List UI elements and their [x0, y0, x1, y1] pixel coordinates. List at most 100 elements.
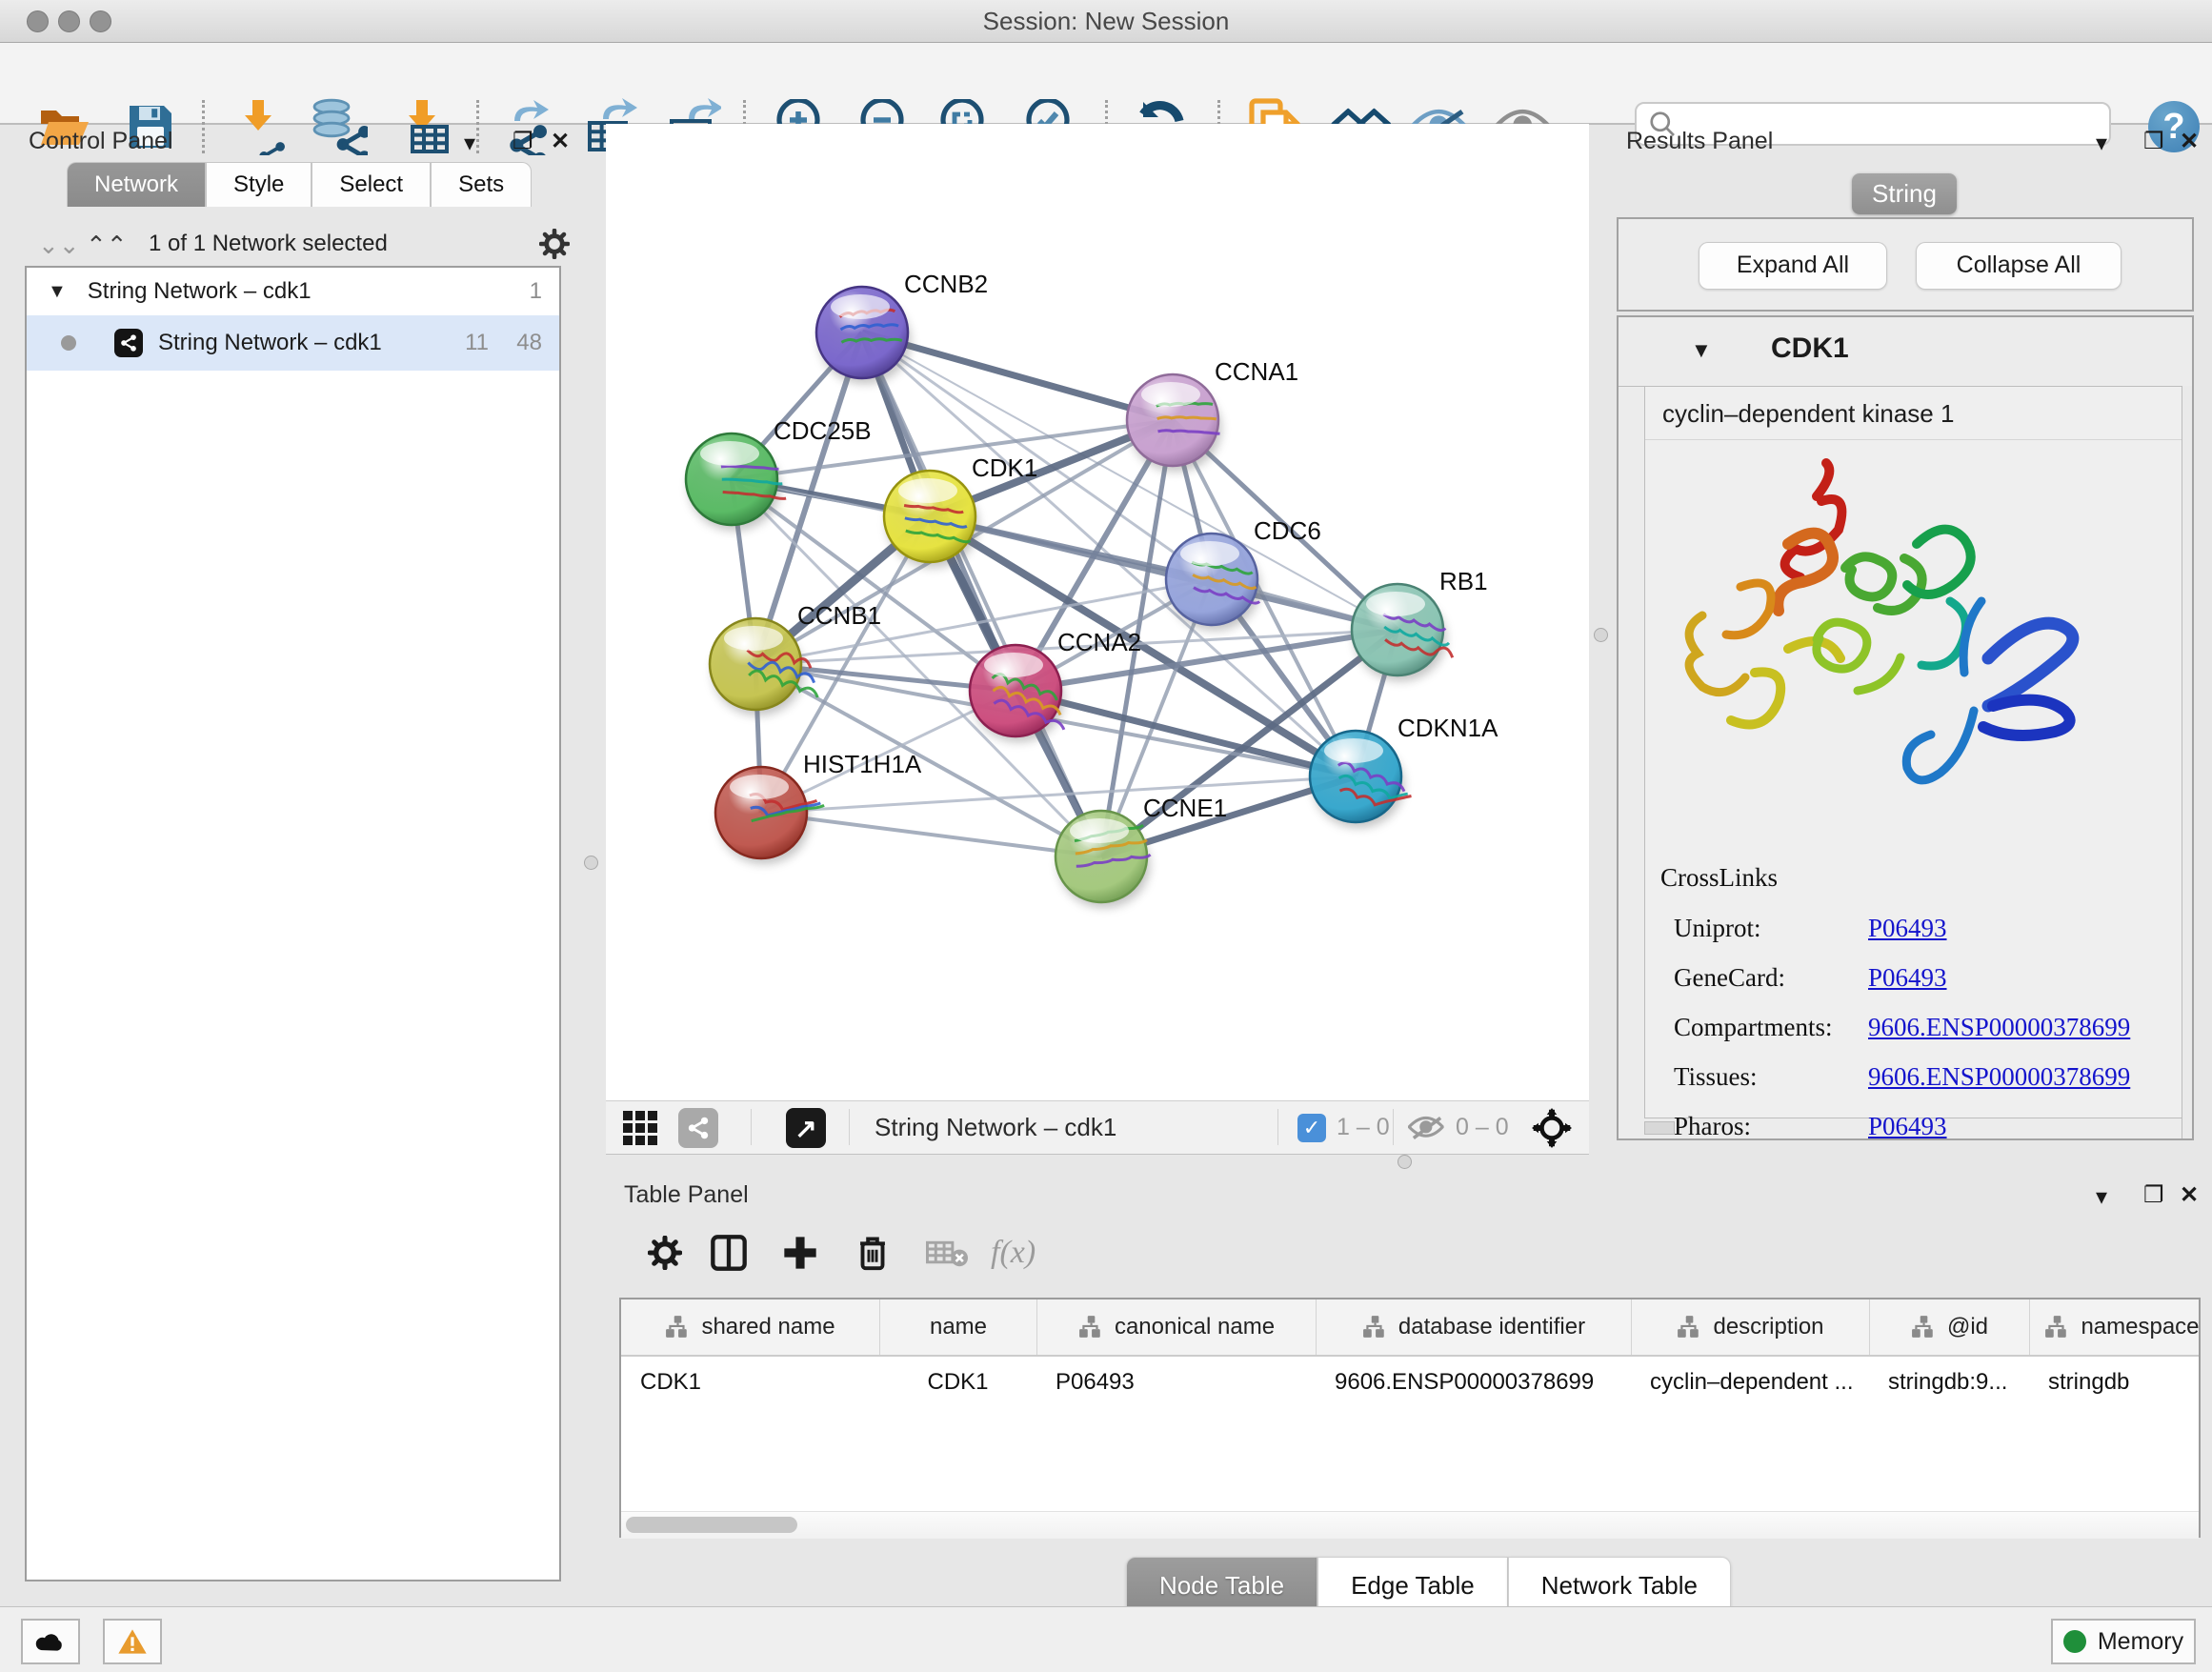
gear-icon[interactable]	[539, 229, 570, 259]
network-tree: ▼ String Network – cdk1 1 String Network…	[25, 266, 561, 1581]
toolbar-separator	[202, 100, 205, 153]
string-panel-toggle-icon[interactable]	[678, 1108, 718, 1148]
table-horizontal-scrollbar[interactable]	[621, 1511, 2199, 1539]
warnings-button[interactable]	[103, 1619, 162, 1664]
network-edge[interactable]	[761, 813, 1101, 856]
toolbar-separator	[476, 100, 479, 153]
tab-style[interactable]: Style	[206, 162, 312, 207]
column-header-name[interactable]: name	[879, 1299, 1036, 1355]
table-cell[interactable]: CDK1	[621, 1359, 879, 1406]
float-panel-icon[interactable]: ▾	[2096, 130, 2107, 157]
node-label-CDC25B: CDC25B	[774, 416, 872, 445]
table-header-row: shared namenamecanonical namedatabase id…	[621, 1299, 2199, 1357]
tab-network[interactable]: Network	[67, 162, 206, 207]
cloud-icon	[34, 1630, 67, 1653]
node-label-CDC6: CDC6	[1254, 516, 1321, 545]
close-panel-icon[interactable]: ✕	[551, 128, 570, 155]
memory-label: Memory	[2098, 1628, 2183, 1656]
tab-select[interactable]: Select	[312, 162, 431, 207]
fit-selected-crosshair-icon[interactable]	[1532, 1108, 1572, 1148]
collapse-all-button[interactable]: Collapse All	[1916, 242, 2122, 290]
delete-column-trash-icon[interactable]	[854, 1233, 892, 1273]
title-bar: Session: New Session	[0, 0, 2212, 43]
open-in-window-icon[interactable]: ↗	[786, 1108, 826, 1148]
expand-all-button[interactable]: Expand All	[1699, 242, 1887, 290]
import-network-from-database-button[interactable]	[304, 92, 372, 161]
canvas-toolbar-separator	[1277, 1109, 1278, 1145]
results-gene-box: ▼ CDK1 cyclin–dependent kinase 1	[1617, 315, 2194, 1140]
node-label-RB1: RB1	[1439, 567, 1488, 595]
crosslink-link[interactable]: P06493	[1868, 914, 1947, 943]
network-svg[interactable]: CCNB2CCNA1CDC25BCDK1CDC6RB1CCNB1CCNA2CDK…	[606, 124, 1589, 1100]
network-node-CDKN1A[interactable]: CDKN1A	[1310, 714, 1498, 828]
crosslink-row: Compartments: 9606.ENSP00000378699	[1660, 1005, 2175, 1055]
crosslink-link[interactable]: 9606.ENSP00000378699	[1868, 1062, 2130, 1092]
memory-button[interactable]: Memory	[2051, 1619, 2196, 1664]
network-collection-row[interactable]: ▼ String Network – cdk1 1	[27, 268, 559, 315]
crosslink-link[interactable]: 9606.ENSP00000378699	[1868, 1013, 2130, 1042]
cytoscape-window: { "window": { "title": "Session: New Ses…	[0, 0, 2212, 1671]
crosslink-label: Compartments:	[1674, 1013, 1832, 1042]
column-header-database-identifier[interactable]: database identifier	[1316, 1299, 1631, 1355]
tree-attribute-icon	[1677, 1315, 1701, 1340]
tree-attribute-icon	[1078, 1315, 1103, 1340]
crosslinks-title: CrossLinks	[1660, 863, 1778, 893]
import-table-icon	[399, 98, 452, 155]
network-node-RB1[interactable]: RB1	[1352, 567, 1488, 681]
close-panel-icon[interactable]: ✕	[2180, 128, 2199, 155]
birds-eye-view-icon[interactable]	[623, 1111, 659, 1145]
tree-attribute-icon	[1362, 1315, 1387, 1340]
right-splitter-handle[interactable]	[1594, 628, 1608, 642]
protein-structure-image	[1674, 453, 2102, 825]
maximize-panel-icon[interactable]: ❐	[513, 128, 533, 155]
table-cell[interactable]: CDK1	[879, 1359, 1036, 1406]
selected-checkbox-icon[interactable]: ✓	[1297, 1114, 1326, 1142]
column-header-@id[interactable]: @id	[1869, 1299, 2029, 1355]
column-header-canonical-name[interactable]: canonical name	[1036, 1299, 1316, 1355]
results-vertical-scrollbar[interactable]	[2182, 386, 2192, 1138]
crosslink-link[interactable]: P06493	[1868, 963, 1947, 993]
column-header-shared-name[interactable]: shared name	[621, 1299, 879, 1355]
table-settings-gear-icon[interactable]	[648, 1236, 682, 1270]
table-cell[interactable]: P06493	[1036, 1359, 1316, 1406]
maximize-panel-icon[interactable]: ❐	[2143, 1181, 2164, 1209]
tree-attribute-icon	[665, 1315, 690, 1340]
node-label-CDK1: CDK1	[972, 453, 1037, 482]
network-edge[interactable]	[930, 516, 1398, 630]
crosslink-link[interactable]: P06493	[1868, 1112, 1947, 1141]
section-collapse-icon[interactable]: ▼	[1691, 338, 1712, 363]
table-cell[interactable]: 9606.ENSP00000378699	[1316, 1359, 1631, 1406]
gene-section-header[interactable]: ▼ CDK1	[1619, 317, 2192, 387]
results-horizontal-scrollbar[interactable]	[1644, 1121, 1675, 1135]
network-row[interactable]: String Network – cdk1 11 48	[27, 315, 559, 371]
table-cell[interactable]: cyclin–dependent ...	[1631, 1359, 1869, 1406]
table-cell[interactable]: stringdb	[2029, 1359, 2212, 1406]
import-table-button[interactable]	[392, 92, 460, 161]
network-node-HIST1H1A[interactable]: HIST1H1A	[715, 750, 922, 864]
expand-all-tree-icon[interactable]: ⌃⌃	[86, 231, 128, 260]
bottom-splitter-handle[interactable]	[1398, 1155, 1412, 1169]
left-splitter-handle[interactable]	[584, 856, 598, 870]
maximize-panel-icon[interactable]: ❐	[2143, 128, 2164, 155]
show-columns-icon[interactable]	[710, 1234, 748, 1272]
tree-expander-icon[interactable]: ▼	[48, 281, 67, 303]
close-panel-icon[interactable]: ✕	[2180, 1181, 2199, 1209]
add-column-icon[interactable]	[781, 1234, 819, 1272]
tab-sets[interactable]: Sets	[431, 162, 532, 207]
network-label: String Network – cdk1	[158, 330, 382, 356]
float-panel-icon[interactable]: ▾	[2096, 1183, 2107, 1211]
float-panel-icon[interactable]: ▾	[464, 130, 475, 157]
table-cell[interactable]: stringdb:9...	[1869, 1359, 2029, 1406]
node-label-CCNA1: CCNA1	[1215, 357, 1298, 386]
column-header-namespace[interactable]: namespace	[2029, 1299, 2212, 1355]
column-header-description[interactable]: description	[1631, 1299, 1869, 1355]
cloud-button[interactable]	[21, 1619, 80, 1664]
network-view-canvas[interactable]: CCNB2CCNA1CDC25BCDK1CDC6RB1CCNB1CCNA2CDK…	[606, 124, 1589, 1100]
import-network-button[interactable]	[225, 92, 293, 161]
selected-count: 1 – 0	[1337, 1114, 1390, 1141]
node-label-CCNB2: CCNB2	[904, 270, 988, 298]
scrollbar-thumb[interactable]	[626, 1517, 797, 1533]
tab-string[interactable]: String	[1852, 173, 1957, 214]
collapse-all-tree-icon[interactable]: ⌄⌄	[38, 231, 80, 260]
node-label-CCNA2: CCNA2	[1057, 628, 1141, 656]
